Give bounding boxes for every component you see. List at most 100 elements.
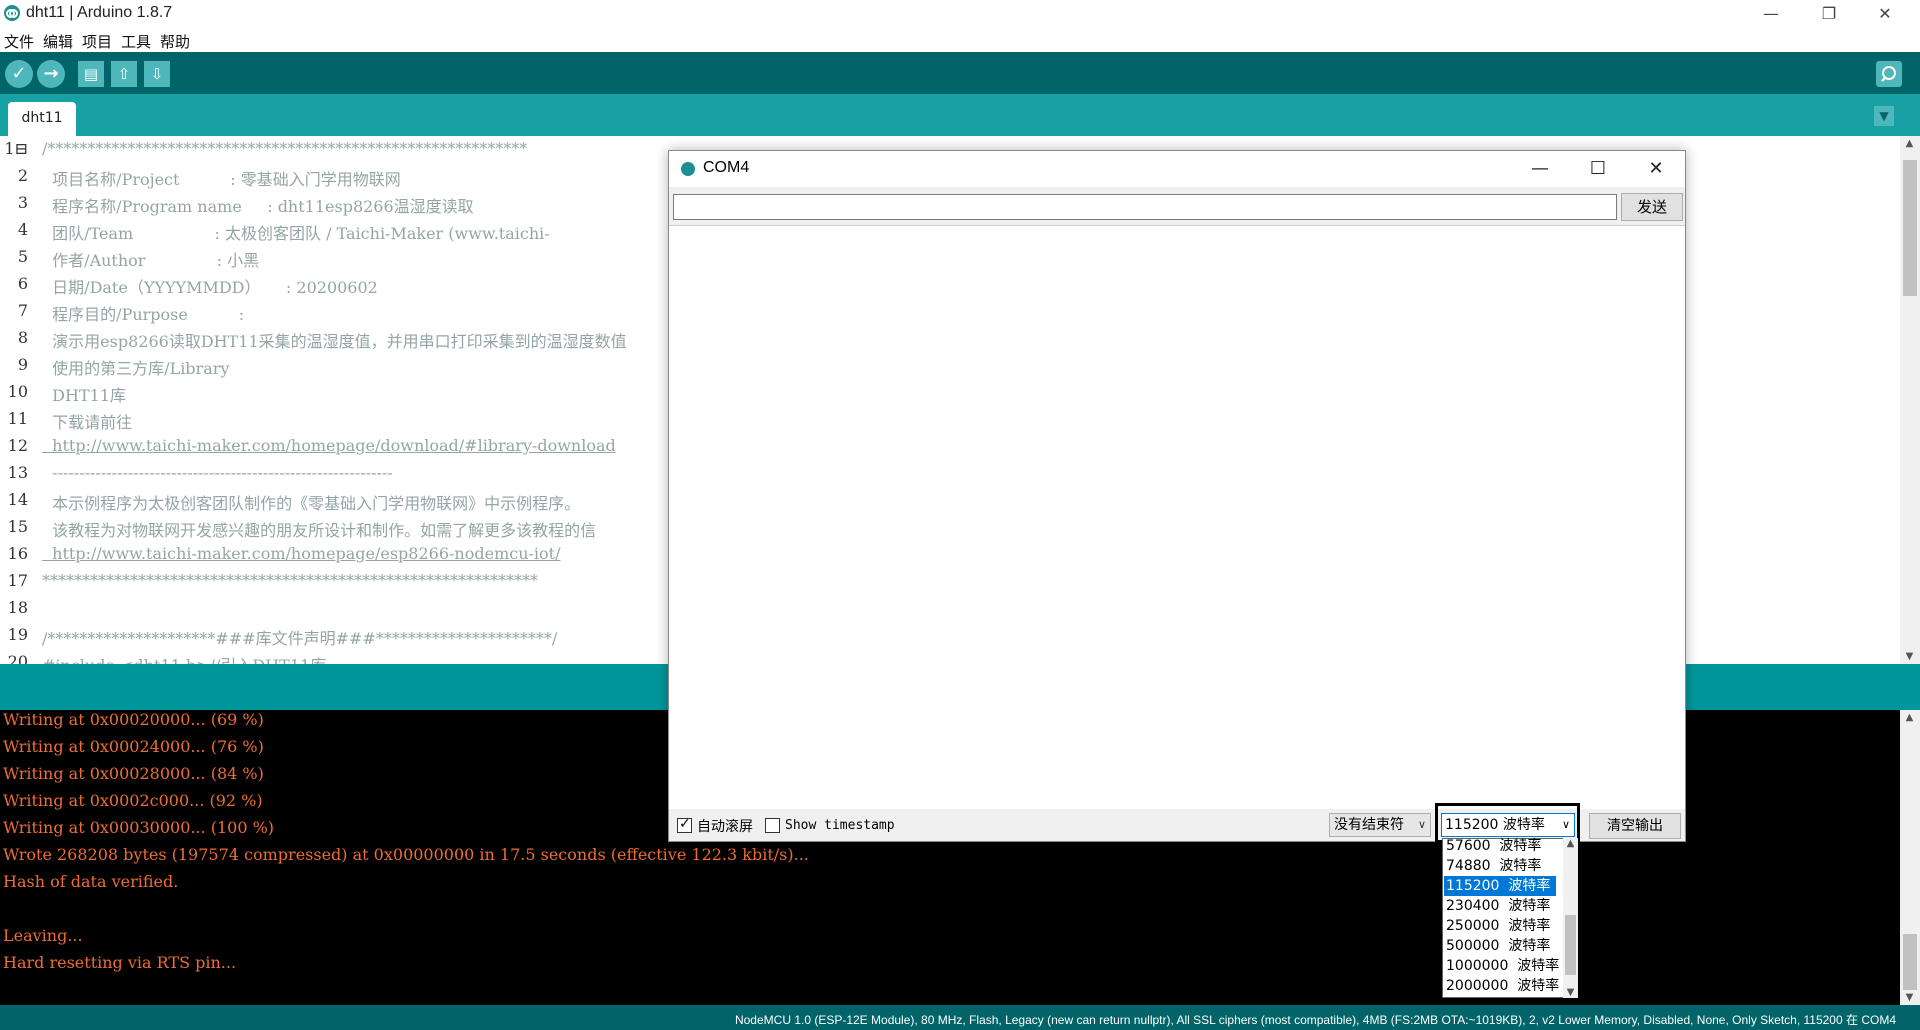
serial-maximize-button[interactable]: ☐ <box>1569 151 1627 187</box>
code-line: 程序名称/Program name : dht11esp8266温湿度读取 <box>42 197 474 216</box>
serial-monitor-icon[interactable] <box>1876 61 1902 87</box>
title-bar: dht11 | Arduino 1.8.7 — ❐ ✕ <box>0 0 1920 28</box>
line-number: 3 <box>17 193 28 212</box>
line-ending-value: 没有结束符 <box>1334 817 1404 833</box>
tab-dht11[interactable]: dht11 <box>8 102 76 136</box>
baud-option[interactable]: 57600 波特率 <box>1444 836 1556 856</box>
scroll-down-icon[interactable]: ▼ <box>1563 987 1578 998</box>
line-number: 12 <box>7 436 28 455</box>
console-line: Writing at 0x00020000... (69 %) <box>3 710 264 729</box>
code-line: 程序目的/Purpose : <box>42 305 245 324</box>
baud-option[interactable]: 2000000 波特率 <box>1444 976 1559 996</box>
editor-scroll-thumb[interactable] <box>1903 160 1917 296</box>
code-link[interactable]: http://www.taichi-maker.com/homepage/dow… <box>42 436 616 455</box>
open-sketch-icon[interactable]: ⇧ <box>111 61 137 87</box>
serial-minimize-button[interactable]: — <box>1511 151 1569 187</box>
line-number-gutter: 1⊟ 2 3 4 5 6 7 8 9 10 11 12 13 14 15 16 … <box>0 136 40 664</box>
menu-edit[interactable]: 编辑 <box>43 31 73 52</box>
serial-title-bar: COM4 — ☐ ✕ <box>669 151 1685 187</box>
scroll-down-icon[interactable]: ▼ <box>1902 651 1917 662</box>
code-line: /*********************###库文件声明###*******… <box>42 629 558 648</box>
serial-title: COM4 <box>703 159 750 176</box>
console-line: Hard resetting via RTS pin... <box>3 953 237 972</box>
serial-monitor-window: COM4 — ☐ ✕ 发送 自动滚屏 Show timestamp 没有结束符 … <box>668 150 1686 843</box>
line-number: 2 <box>17 166 28 185</box>
scroll-up-icon[interactable]: ▲ <box>1902 712 1917 723</box>
code-line: ****************************************… <box>42 571 538 590</box>
baud-option[interactable]: 250000 波特率 <box>1444 916 1556 936</box>
line-number: 1⊟ <box>4 139 28 158</box>
code-line: #include <dht11.h>//引入DHT11库 <box>42 652 326 664</box>
baud-option[interactable]: 74880 波特率 <box>1444 856 1556 876</box>
serial-close-button[interactable]: ✕ <box>1627 151 1685 187</box>
line-number: 10 <box>7 382 28 401</box>
menu-tools[interactable]: 工具 <box>121 31 151 52</box>
dropdown-scroll-thumb[interactable] <box>1565 915 1576 975</box>
code-link[interactable]: http://www.taichi-maker.com/homepage/esp… <box>42 544 560 563</box>
autoscroll-checkbox[interactable] <box>677 816 692 833</box>
chevron-down-icon: ∨ <box>1417 818 1426 831</box>
code-line: 团队/Team : 太极创客团队 / Taichi-Maker (www.tai… <box>42 224 550 243</box>
send-input[interactable] <box>673 194 1617 220</box>
menu-file[interactable]: 文件 <box>4 31 34 52</box>
line-number: 14 <box>7 490 28 509</box>
line-number: 11 <box>7 409 28 428</box>
restore-button[interactable]: ❐ <box>1806 0 1852 28</box>
code-line: 该教程为对物联网开发感兴趣的朋友所设计和制作。如需了解更多该教程的信 <box>42 521 597 540</box>
code-line: 下载请前往 <box>42 413 133 432</box>
code-line: 本示例程序为太极创客团队制作的《零基础入门学用物联网》中示例程序。 <box>42 494 581 513</box>
scroll-down-icon[interactable]: ▼ <box>1902 992 1917 1003</box>
line-number: 13 <box>7 463 28 482</box>
line-number: 8 <box>17 328 28 347</box>
send-button[interactable]: 发送 <box>1621 193 1683 221</box>
code-line: DHT11库 <box>42 386 126 405</box>
menu-sketch[interactable]: 项目 <box>82 31 112 52</box>
code-line: 使用的第三方库/Library <box>42 359 230 378</box>
baud-option[interactable]: 500000 波特率 <box>1444 936 1556 956</box>
autoscroll-label: 自动滚屏 <box>697 819 753 835</box>
clear-output-button[interactable]: 清空输出 <box>1589 813 1681 839</box>
line-number: 5 <box>17 247 28 266</box>
code-line: /***************************************… <box>42 139 528 158</box>
console-line: Writing at 0x00028000... (84 %) <box>3 764 264 783</box>
line-number: 16 <box>7 544 28 563</box>
line-number: 18 <box>7 598 28 617</box>
arduino-logo-icon <box>681 162 695 176</box>
baud-option[interactable]: 230400 波特率 <box>1444 896 1556 916</box>
tab-menu-icon[interactable]: ▼ <box>1874 106 1894 126</box>
chevron-down-icon: ∨ <box>1561 818 1570 831</box>
tab-row <box>0 94 1920 136</box>
line-ending-select[interactable]: 没有结束符 ∨ <box>1329 813 1431 837</box>
line-number: 19 <box>7 625 28 644</box>
upload-icon[interactable]: → <box>37 60 65 88</box>
timestamp-label: Show timestamp <box>785 818 895 833</box>
scroll-up-icon[interactable]: ▲ <box>1902 138 1917 149</box>
save-sketch-icon[interactable]: ⇩ <box>144 61 170 87</box>
verify-icon[interactable]: ✓ <box>5 60 33 88</box>
line-number: 20 <box>7 652 28 664</box>
window-title: dht11 | Arduino 1.8.7 <box>26 4 173 21</box>
console-line: Hash of data verified. <box>3 872 179 891</box>
close-button[interactable]: ✕ <box>1862 0 1908 28</box>
code-line: 项目名称/Project : 零基础入门学用物联网 <box>42 170 401 189</box>
console-line: Leaving... <box>3 926 83 945</box>
code-line: ----------------------------------------… <box>42 463 393 482</box>
menu-help[interactable]: 帮助 <box>160 31 190 52</box>
line-number: 4 <box>17 220 28 239</box>
code-line: 作者/Author : 小黑 <box>42 251 260 270</box>
console-scroll-thumb[interactable] <box>1903 934 1917 990</box>
baud-option-selected[interactable]: 115200 波特率 <box>1444 876 1556 896</box>
board-status-text: NodeMCU 1.0 (ESP-12E Module), 80 MHz, Fl… <box>734 1013 1896 1027</box>
scroll-up-icon[interactable]: ▲ <box>1563 838 1578 849</box>
code-line: 演示用esp8266读取DHT11采集的温湿度值，并用串口打印采集到的温湿度数值 <box>42 332 627 351</box>
menu-bar: 文件 编辑 项目 工具 帮助 <box>0 28 1920 52</box>
baud-option[interactable]: 1000000 波特率 <box>1444 956 1559 976</box>
console-line: Wrote 268208 bytes (197574 compressed) a… <box>3 845 809 864</box>
timestamp-checkbox[interactable] <box>765 818 780 833</box>
new-sketch-icon[interactable]: ▤ <box>78 61 104 87</box>
minimize-button[interactable]: — <box>1748 0 1794 28</box>
line-number: 15 <box>7 517 28 536</box>
baud-rate-select[interactable]: 115200 波特率 ∨ <box>1441 813 1575 837</box>
code-line: 日期/Date（YYYYMMDD） : 20200602 <box>42 278 378 297</box>
line-number: 6 <box>17 274 28 293</box>
